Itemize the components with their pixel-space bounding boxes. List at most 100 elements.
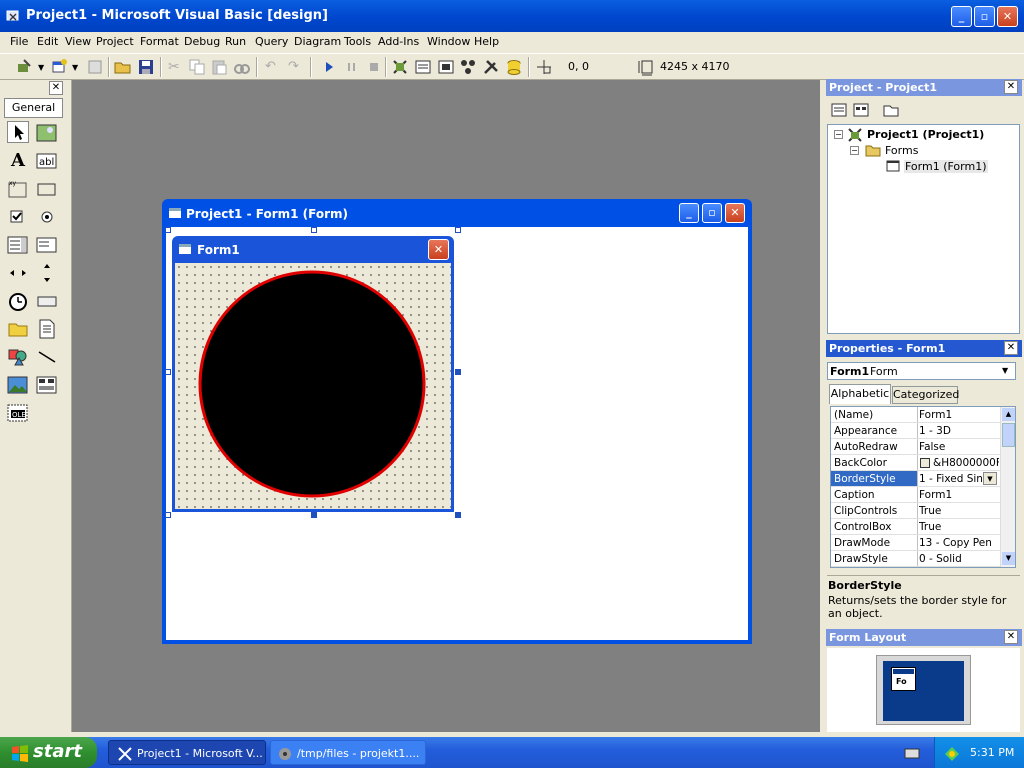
scroll-down-icon[interactable]: ▼ (1002, 552, 1015, 565)
line-tool[interactable] (36, 346, 58, 368)
property-value[interactable]: True (919, 521, 999, 533)
chevron-down-icon[interactable]: ▼ (38, 63, 44, 72)
main-title-bar[interactable]: Project1 - Microsoft Visual Basic [desig… (0, 0, 1024, 32)
hscrollbar-tool[interactable] (7, 262, 29, 284)
menu-view[interactable]: View (65, 35, 91, 48)
break-icon[interactable] (343, 58, 361, 76)
menu-tools[interactable]: Tools (344, 35, 371, 48)
designer-minimize-button[interactable]: _ (679, 203, 699, 223)
resize-handle[interactable] (165, 227, 171, 233)
taskbar-button-files[interactable]: /tmp/files - projekt1.... (270, 740, 426, 765)
project-explorer-close-button[interactable]: ✕ (1004, 80, 1018, 94)
keyboard-icon[interactable] (904, 746, 920, 760)
save-icon[interactable] (137, 58, 155, 76)
shape-tool[interactable] (7, 346, 29, 368)
menu-edit[interactable]: Edit (37, 35, 58, 48)
collapse-icon[interactable]: − (850, 146, 859, 155)
timer-tool[interactable] (7, 290, 29, 312)
menu-format[interactable]: Format (140, 35, 179, 48)
minimize-button[interactable]: _ (951, 6, 972, 27)
find-icon[interactable] (233, 58, 251, 76)
tree-forms-folder[interactable]: Forms (885, 144, 918, 157)
form1-client-area[interactable] (175, 263, 451, 509)
listbox-tool[interactable] (36, 234, 58, 256)
toggle-folders-icon[interactable] (882, 102, 900, 118)
property-value[interactable]: 13 - Copy Pen (919, 537, 999, 549)
object-browser-icon[interactable] (459, 58, 477, 76)
menu-help[interactable]: Help (474, 35, 499, 48)
designer-close-button[interactable]: ✕ (725, 203, 745, 223)
commandbutton-tool[interactable] (36, 178, 58, 200)
redo-icon[interactable]: ↷ (288, 59, 299, 74)
properties-close-button[interactable]: ✕ (1004, 341, 1018, 355)
form1-window[interactable]: Form1 ✕ (172, 236, 454, 512)
chevron-down-icon[interactable]: ▼ (983, 472, 997, 485)
tab-categorized[interactable]: Categorized (892, 386, 959, 404)
menu-debug[interactable]: Debug (184, 35, 220, 48)
property-value[interactable]: 0 - Solid (919, 553, 999, 565)
menu-run[interactable]: Run (225, 35, 246, 48)
menu-window[interactable]: Window (427, 35, 470, 48)
textbox-tool[interactable]: abl (36, 150, 58, 172)
tree-form1-item[interactable]: Form1 (Form1) (904, 160, 988, 173)
resize-handle[interactable] (311, 227, 317, 233)
designer-maximize-button[interactable]: ▫ (702, 203, 722, 223)
maximize-button[interactable]: ▫ (974, 6, 995, 27)
resize-handle[interactable] (311, 512, 317, 518)
copy-icon[interactable] (188, 58, 206, 76)
form1-close-button[interactable]: ✕ (428, 239, 449, 260)
object-selector[interactable]: Form1 Form ▼ (827, 362, 1016, 380)
property-value[interactable]: Form1 (919, 409, 999, 421)
property-row[interactable]: Appearance 1 - 3D (831, 423, 1001, 439)
start-run-icon[interactable] (320, 58, 338, 76)
menu-editor-icon[interactable] (86, 58, 104, 76)
data-view-icon[interactable] (505, 58, 523, 76)
toolbox-icon[interactable] (482, 58, 500, 76)
property-value[interactable]: &H8000000F (933, 457, 999, 469)
image-tool[interactable] (7, 374, 29, 396)
toolbox-close-button[interactable]: ✕ (49, 81, 63, 95)
chevron-down-icon[interactable]: ▼ (1002, 366, 1008, 375)
add-form-icon[interactable] (50, 58, 68, 76)
filelistbox-tool[interactable] (36, 318, 58, 340)
end-icon[interactable] (365, 58, 383, 76)
label-tool[interactable]: A (7, 150, 29, 172)
scroll-up-icon[interactable]: ▲ (1002, 408, 1015, 421)
project-explorer-icon[interactable] (391, 58, 409, 76)
menu-file[interactable]: File (10, 35, 28, 48)
properties-scrollbar[interactable]: ▲ ▼ (1000, 407, 1015, 567)
property-value[interactable]: True (919, 505, 999, 517)
resize-handle[interactable] (455, 227, 461, 233)
property-value[interactable]: Form1 (919, 489, 999, 501)
close-button[interactable]: ✕ (997, 6, 1018, 27)
resize-handle[interactable] (455, 512, 461, 518)
network-icon[interactable] (943, 744, 961, 762)
menu-query[interactable]: Query (255, 35, 288, 48)
add-project-icon[interactable] (16, 58, 34, 76)
property-value[interactable]: 1 - 3D (919, 425, 999, 437)
circle-shape[interactable] (197, 269, 427, 499)
data-tool[interactable] (36, 374, 58, 396)
properties-window-icon[interactable] (414, 58, 432, 76)
scroll-thumb[interactable] (1002, 423, 1015, 447)
ole-tool[interactable]: OLE (7, 402, 29, 424)
open-folder-icon[interactable] (114, 58, 132, 76)
chevron-down-icon[interactable]: ▼ (72, 63, 78, 72)
vscrollbar-tool[interactable] (36, 262, 58, 284)
cut-icon[interactable]: ✂ (168, 59, 180, 75)
property-row[interactable]: BackColor &H8000000F (831, 455, 1001, 471)
resize-handle[interactable] (455, 369, 461, 375)
view-object-icon[interactable] (852, 102, 870, 118)
resize-handle[interactable] (165, 512, 171, 518)
menu-project[interactable]: Project (96, 35, 134, 48)
taskbar-button-vb[interactable]: Project1 - Microsoft V... (108, 740, 266, 765)
property-value[interactable]: 1 - Fixed Sin (919, 473, 983, 485)
resize-handle[interactable] (165, 369, 171, 375)
picturebox-tool[interactable] (36, 122, 58, 144)
form-layout-close-button[interactable]: ✕ (1004, 630, 1018, 644)
tab-alphabetic[interactable]: Alphabetic (829, 384, 891, 404)
property-row[interactable]: Caption Form1 (831, 487, 1001, 503)
optionbutton-tool[interactable] (36, 206, 58, 228)
undo-icon[interactable]: ↶ (265, 59, 276, 74)
toolbox-tab-general[interactable]: General (4, 98, 63, 118)
